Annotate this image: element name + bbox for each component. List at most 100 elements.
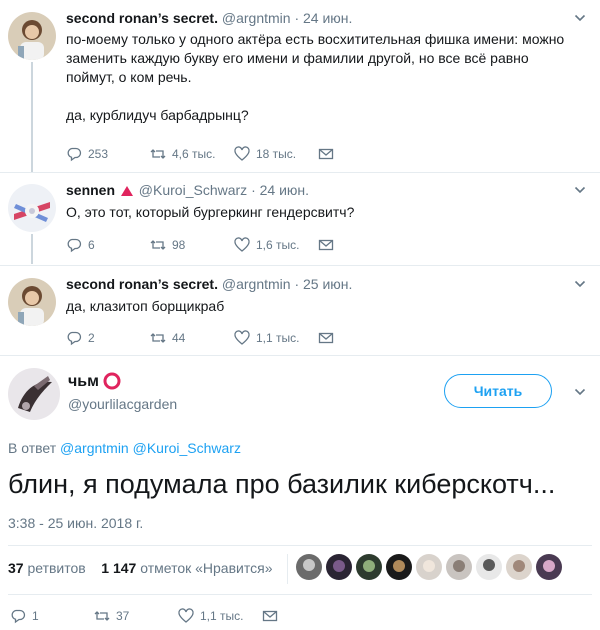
- retweet-button[interactable]: 37: [94, 608, 129, 624]
- reply-button[interactable]: 1: [10, 608, 39, 624]
- divider: [0, 355, 600, 356]
- text-line: по-моему только у одного актёра есть вос…: [66, 31, 565, 47]
- tweet-header: second ronan’s secret. @argntmin · 24 ию…: [66, 10, 352, 26]
- reply-icon: [67, 147, 82, 162]
- retweet-icon: [150, 333, 166, 343]
- user-handle[interactable]: @Kuroi_Schwarz: [139, 182, 247, 198]
- like-button[interactable]: 1,1 тыс.: [234, 330, 299, 346]
- retweet-icon: [150, 240, 166, 250]
- reply-button[interactable]: 2: [66, 330, 95, 346]
- display-name[interactable]: second ronan’s secret.: [66, 276, 218, 292]
- reply-button[interactable]: 253: [66, 146, 108, 162]
- dm-button[interactable]: [262, 608, 278, 624]
- text-line: да, клазитоп борщикраб: [66, 298, 225, 314]
- heart-icon: [234, 146, 250, 161]
- tweet-header: second ronan’s secret. @argntmin · 25 ию…: [66, 276, 352, 292]
- liker-avatar[interactable]: [476, 554, 502, 580]
- reply-button[interactable]: 6: [66, 237, 95, 253]
- main-tweet-header: чьм: [68, 372, 121, 393]
- retweet-button[interactable]: 44: [150, 330, 185, 346]
- envelope-icon: [318, 239, 334, 251]
- chevron-down-icon[interactable]: [574, 386, 586, 398]
- divider: [8, 594, 592, 595]
- avatar[interactable]: [8, 368, 60, 420]
- like-button[interactable]: 1,1 тыс.: [178, 608, 243, 624]
- dm-button[interactable]: [318, 146, 334, 162]
- tweet-1[interactable]: second ronan’s secret. @argntmin · 24 ию…: [0, 10, 600, 170]
- tweet-date[interactable]: 24 июн.: [303, 10, 352, 26]
- liker-avatar[interactable]: [506, 554, 532, 580]
- liker-avatar[interactable]: [446, 554, 472, 580]
- dm-button[interactable]: [318, 237, 334, 253]
- retweet-icon: [150, 149, 166, 159]
- retweet-count: 44: [172, 331, 186, 345]
- like-button[interactable]: 1,6 тыс.: [234, 237, 299, 253]
- reply-count: 253: [88, 147, 109, 161]
- divider: [8, 545, 592, 546]
- divider: [0, 172, 600, 173]
- liker-avatar[interactable]: [326, 554, 352, 580]
- divider: [0, 265, 600, 266]
- chevron-down-icon[interactable]: [574, 278, 586, 290]
- avatar[interactable]: [8, 184, 56, 232]
- retweet-icon: [94, 611, 110, 621]
- red-triangle-icon: [120, 183, 133, 199]
- separator-dot: ·: [294, 10, 300, 26]
- thread-connector: [31, 62, 33, 172]
- stats-divider: [287, 554, 288, 584]
- liker-avatar[interactable]: [296, 554, 322, 580]
- retweet-button[interactable]: 98: [150, 237, 185, 253]
- tweet-2[interactable]: sennen @Kuroi_Schwarz · 24 июн. О, это т…: [0, 182, 600, 262]
- separator-dot: ·: [294, 276, 300, 292]
- retweet-count: 37: [116, 609, 130, 623]
- red-circle-icon: [103, 372, 121, 393]
- liker-avatar[interactable]: [536, 554, 562, 580]
- envelope-icon: [318, 332, 334, 344]
- reply-prefix: В ответ: [8, 440, 57, 456]
- reply-icon: [11, 609, 26, 624]
- chevron-down-icon[interactable]: [574, 184, 586, 196]
- tweet-text: О, это тот, который бургеркинг гендерсви…: [66, 203, 354, 222]
- main-handle-line: @yourlilacgarden: [68, 396, 177, 412]
- reply-icon: [67, 238, 82, 253]
- follow-button[interactable]: Читать: [444, 374, 552, 408]
- tweet-timestamp[interactable]: 3:38 - 25 июн. 2018 г.: [8, 515, 143, 531]
- avatar[interactable]: [8, 278, 56, 326]
- text-line: да, курблидуч барбадрынц?: [66, 107, 249, 123]
- retweet-count: 98: [172, 238, 186, 252]
- tweet-text: да, клазитоп борщикраб: [66, 297, 224, 316]
- reply-count: 6: [88, 238, 95, 252]
- text-line: О, это тот, который бургеркинг гендерсви…: [66, 204, 355, 220]
- reply-count: 1: [32, 609, 39, 623]
- liker-avatar[interactable]: [386, 554, 412, 580]
- display-name[interactable]: чьм: [68, 373, 99, 390]
- like-count: 1,1 тыс.: [256, 331, 300, 345]
- liker-avatar[interactable]: [416, 554, 442, 580]
- tweet-date[interactable]: 24 июн.: [260, 182, 309, 198]
- text-line: поймут, о ком речь.: [66, 69, 192, 85]
- like-count: 1,6 тыс.: [256, 238, 300, 252]
- retweets-stat[interactable]: 37 ретвитов: [8, 560, 86, 576]
- heart-icon: [234, 237, 250, 252]
- user-handle[interactable]: @argntmin: [222, 10, 291, 26]
- thread-connector: [31, 234, 33, 264]
- reply-users-link[interactable]: @argntmin @Kuroi_Schwarz: [60, 440, 241, 456]
- tweet-3[interactable]: second ronan’s secret. @argntmin · 25 ию…: [0, 276, 600, 352]
- display-name[interactable]: second ronan’s secret.: [66, 10, 218, 26]
- text-line: [66, 87, 564, 106]
- chevron-down-icon[interactable]: [574, 12, 586, 24]
- display-name[interactable]: sennen: [66, 182, 115, 198]
- liker-avatar[interactable]: [356, 554, 382, 580]
- tweet-text: по-моему только у одного актёра есть вос…: [66, 30, 564, 125]
- user-handle[interactable]: @argntmin: [222, 276, 291, 292]
- reply-context: В ответ @argntmin @Kuroi_Schwarz: [8, 440, 241, 456]
- retweet-button[interactable]: 4,6 тыс.: [150, 146, 215, 162]
- envelope-icon: [262, 610, 278, 622]
- like-button[interactable]: 18 тыс.: [234, 146, 296, 162]
- envelope-icon: [318, 148, 334, 160]
- tweet-date[interactable]: 25 июн.: [303, 276, 352, 292]
- likes-stat[interactable]: 1 147 отметок «Нравится»: [101, 560, 272, 576]
- user-handle[interactable]: @yourlilacgarden: [68, 396, 177, 412]
- dm-button[interactable]: [318, 330, 334, 346]
- avatar[interactable]: [8, 12, 56, 60]
